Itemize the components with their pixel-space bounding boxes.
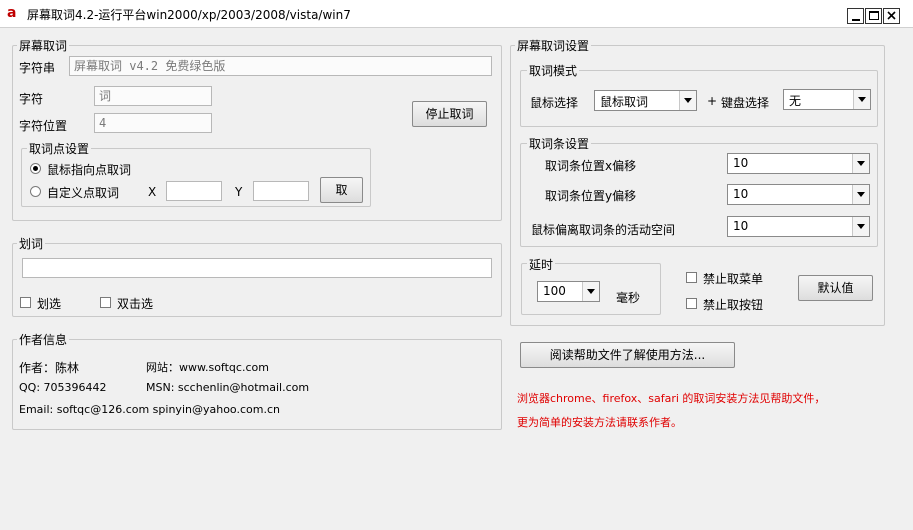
x-label: X [148, 185, 157, 199]
close-icon [887, 11, 896, 20]
select-words-group [12, 243, 502, 317]
x-field[interactable] [166, 181, 222, 201]
select-words-title: 划词 [17, 235, 46, 252]
minimize-button[interactable] [847, 8, 864, 24]
bar-y-offset-label: 取词条位置y偏移 [545, 189, 637, 203]
checkbox-disable-menu[interactable] [686, 272, 697, 283]
chevron-down-icon[interactable] [852, 217, 869, 236]
bar-x-offset-label: 取词条位置x偏移 [545, 159, 637, 173]
delay-title: 延时 [527, 256, 556, 273]
bar-x-offset-value: 10 [733, 156, 749, 170]
checkbox-select[interactable] [20, 297, 31, 308]
chevron-down-icon[interactable] [853, 90, 870, 109]
mouse-select-combo[interactable]: 鼠标取词 [594, 90, 697, 111]
default-button[interactable]: 默认值 [798, 275, 873, 301]
chevron-down-icon[interactable] [679, 91, 696, 110]
string-label: 字符串 [19, 61, 56, 75]
chevron-down-icon[interactable] [852, 154, 869, 173]
mode-title: 取词模式 [527, 62, 580, 79]
checkbox-disable-button-label[interactable]: 禁止取按钮 [703, 296, 763, 313]
author-msn: MSN: scchenlin@hotmail.com [146, 381, 310, 394]
settings-title: 屏幕取词设置 [515, 37, 592, 54]
chevron-down-icon[interactable] [582, 282, 599, 301]
chevron-down-icon[interactable] [852, 185, 869, 204]
select-words-input[interactable] [22, 258, 492, 278]
capture-point-title: 取词点设置 [27, 140, 92, 157]
bar-y-offset-value: 10 [733, 187, 749, 201]
bar-space-value: 10 [733, 219, 749, 233]
radio-mouse-point-label[interactable]: 鼠标指向点取词 [47, 161, 131, 178]
app-icon: a [7, 5, 17, 21]
author-email: Email: softqc@126.com spinyin@yahoo.com.… [19, 403, 280, 416]
delay-value: 100 [543, 284, 566, 298]
notice-line-2: 更为简单的安装方法请联系作者。 [517, 416, 682, 429]
help-button[interactable]: 阅读帮助文件了解使用方法... [520, 342, 735, 368]
char-label: 字符 [19, 92, 44, 106]
position-label: 字符位置 [19, 119, 68, 133]
notice-line-1: 浏览器chrome、firefox、safari 的取词安装方法见帮助文件， [517, 392, 826, 405]
window-title: 屏幕取词4.2-运行平台win2000/xp/2003/2008/vista/w… [27, 8, 351, 22]
bar-title: 取词条设置 [527, 135, 592, 152]
plus-sign: + [707, 94, 718, 108]
string-field[interactable]: 屏幕取词 v4.2 免费绿色版 [69, 56, 492, 76]
radio-custom-point-label[interactable]: 自定义点取词 [47, 184, 119, 201]
checkbox-double-click-label[interactable]: 双击选 [117, 295, 153, 312]
radio-custom-point[interactable] [30, 186, 41, 197]
mouse-select-label: 鼠标选择 [530, 96, 579, 110]
keyboard-select-combo[interactable]: 无 [783, 89, 871, 110]
keyboard-select-label: 键盘选择 [721, 96, 770, 110]
y-field[interactable] [253, 181, 309, 201]
author-name: 作者：陈林 [19, 361, 80, 375]
position-field[interactable]: 4 [94, 113, 212, 133]
radio-mouse-point[interactable] [30, 163, 41, 174]
y-label: Y [235, 185, 243, 199]
bar-x-offset-combo[interactable]: 10 [727, 153, 870, 174]
delay-combo[interactable]: 100 [537, 281, 600, 302]
checkbox-disable-button[interactable] [686, 298, 697, 309]
checkbox-disable-menu-label[interactable]: 禁止取菜单 [703, 270, 763, 287]
checkbox-double-click[interactable] [100, 297, 111, 308]
author-qq: QQ: 705396442 [19, 381, 107, 394]
maximize-button[interactable] [865, 8, 882, 24]
keyboard-select-value: 无 [789, 94, 802, 108]
close-button[interactable] [883, 8, 900, 24]
author-website: 网站：www.softqc.com [146, 361, 269, 374]
checkbox-select-label[interactable]: 划选 [37, 295, 61, 312]
capture-group-title: 屏幕取词 [17, 37, 70, 54]
minimize-icon [852, 19, 860, 21]
bar-space-combo[interactable]: 10 [727, 216, 870, 237]
mouse-select-value: 鼠标取词 [600, 95, 649, 109]
stop-capture-button[interactable]: 停止取词 [412, 101, 487, 127]
delay-unit: 毫秒 [616, 291, 641, 305]
maximize-icon [869, 11, 879, 20]
title-bar: a 屏幕取词4.2-运行平台win2000/xp/2003/2008/vista… [0, 0, 913, 28]
take-point-button[interactable]: 取 [320, 177, 363, 203]
bar-y-offset-combo[interactable]: 10 [727, 184, 870, 205]
char-field[interactable]: 词 [94, 86, 212, 106]
bar-space-label: 鼠标偏离取词条的活动空间 [531, 223, 676, 237]
author-title: 作者信息 [17, 331, 70, 348]
